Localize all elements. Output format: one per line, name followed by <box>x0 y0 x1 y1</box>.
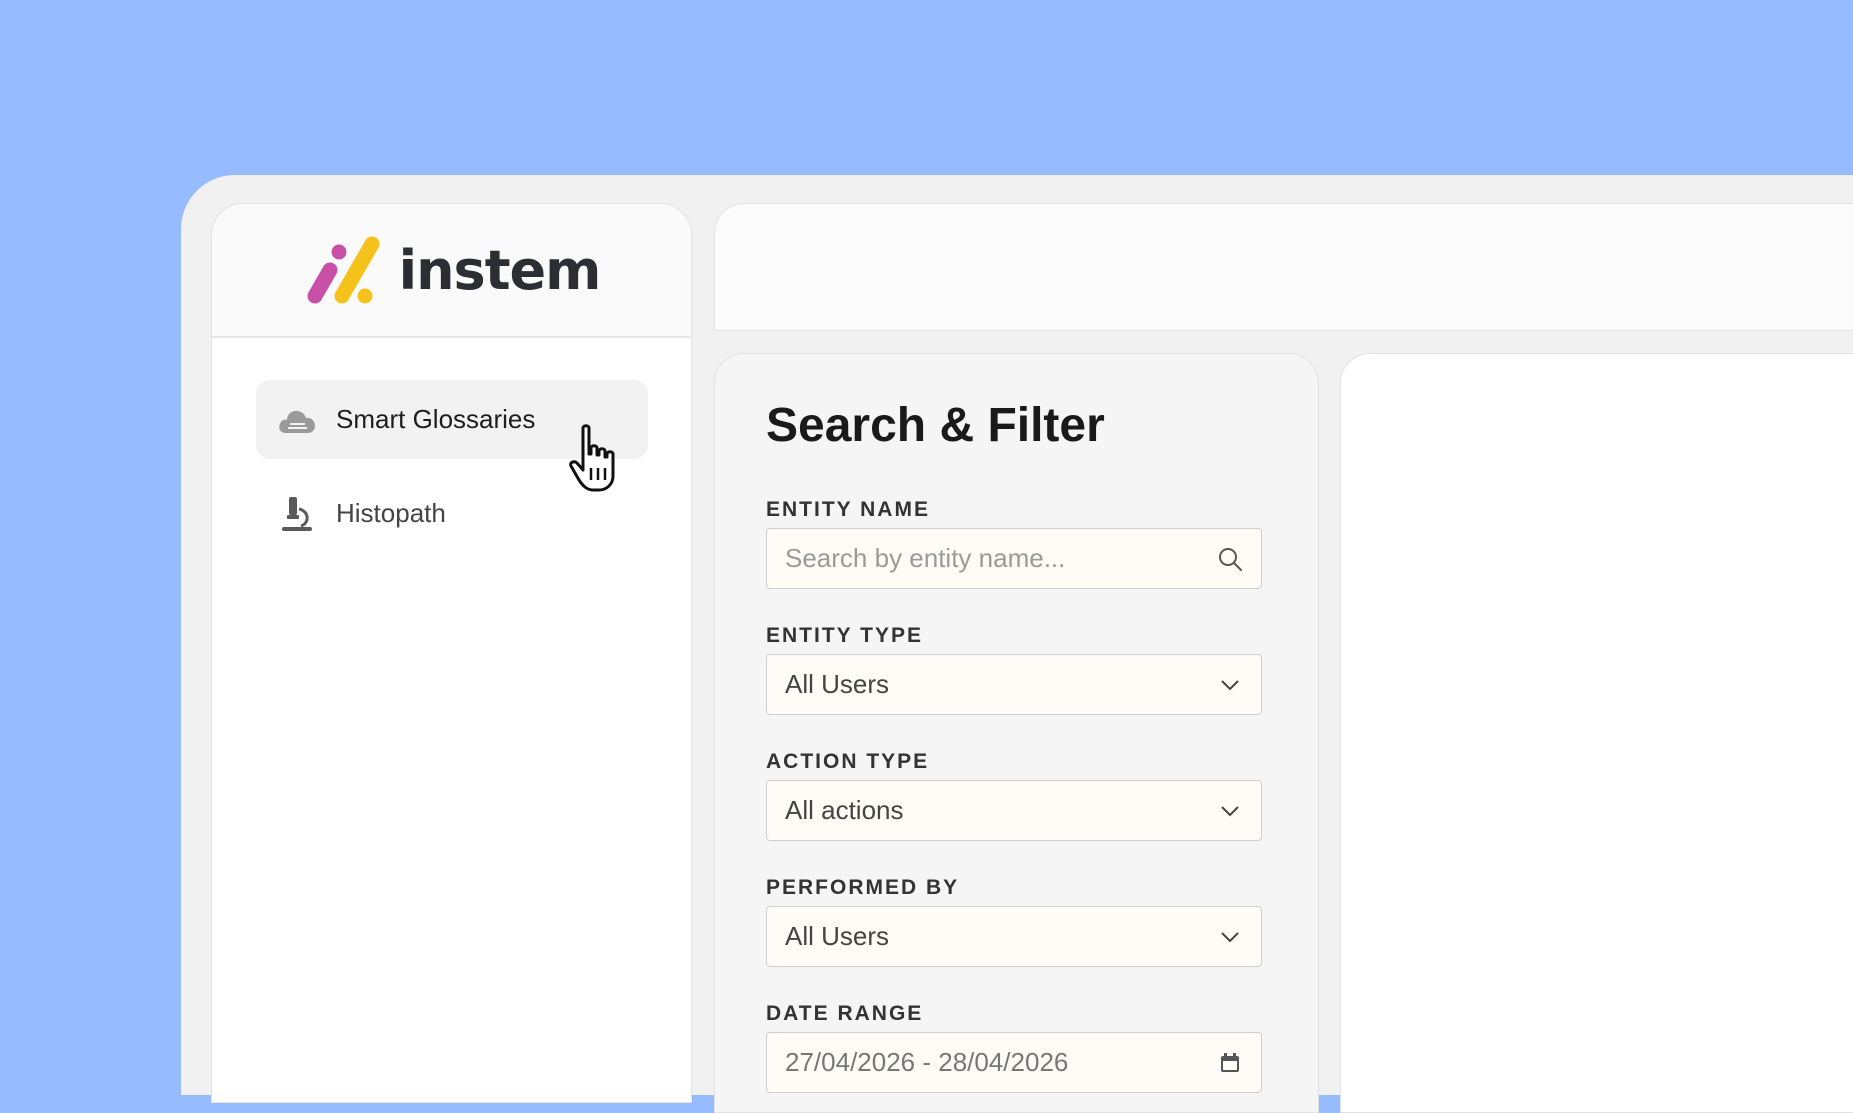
sidebar-item-label: Histopath <box>336 498 446 528</box>
chevron-down-icon <box>1217 672 1243 698</box>
performed-by-label: PERFORMED BY <box>766 876 960 899</box>
hand-pointer-cursor-icon <box>569 424 615 492</box>
brand-name: instem <box>398 238 602 302</box>
sidebar: instem Smart Glossaries Histopath <box>211 203 692 1103</box>
performed-by-value: All Users <box>785 921 890 951</box>
entity-name-search-input[interactable] <box>785 543 1217 574</box>
chevron-down-icon <box>1217 798 1243 824</box>
sidebar-header: instem <box>212 204 691 338</box>
search-filter-panel: Search & Filter ENTITY NAME ENTITY TYPE … <box>714 353 1319 1113</box>
top-bar <box>714 203 1853 331</box>
chevron-down-icon <box>1217 924 1243 950</box>
action-type-select[interactable]: All actions <box>766 780 1262 841</box>
search-icon[interactable] <box>1217 546 1243 572</box>
entity-type-select[interactable]: All Users <box>766 654 1262 715</box>
date-range-value: 27/04/2026 - 28/04/2026 <box>785 1047 1069 1077</box>
instem-logo-mark-icon <box>307 236 380 304</box>
date-range-picker[interactable]: 27/04/2026 - 28/04/2026 <box>766 1032 1262 1093</box>
entity-type-label: ENTITY TYPE <box>766 624 923 647</box>
entity-name-label: ENTITY NAME <box>766 498 930 521</box>
calendar-icon[interactable] <box>1217 1050 1243 1076</box>
sidebar-item-label: Smart Glossaries <box>336 404 536 434</box>
brand-logo[interactable]: instem <box>303 234 601 306</box>
cloud-icon <box>276 399 318 441</box>
microscope-icon <box>276 493 318 535</box>
entity-type-value: All Users <box>785 669 890 699</box>
action-type-value: All actions <box>785 795 904 825</box>
date-range-label: DATE RANGE <box>766 1002 924 1025</box>
action-type-label: ACTION TYPE <box>766 750 930 773</box>
results-panel <box>1340 353 1853 1113</box>
panel-title: Search & Filter <box>766 399 1105 452</box>
performed-by-select[interactable]: All Users <box>766 906 1262 967</box>
entity-name-field <box>766 528 1262 589</box>
